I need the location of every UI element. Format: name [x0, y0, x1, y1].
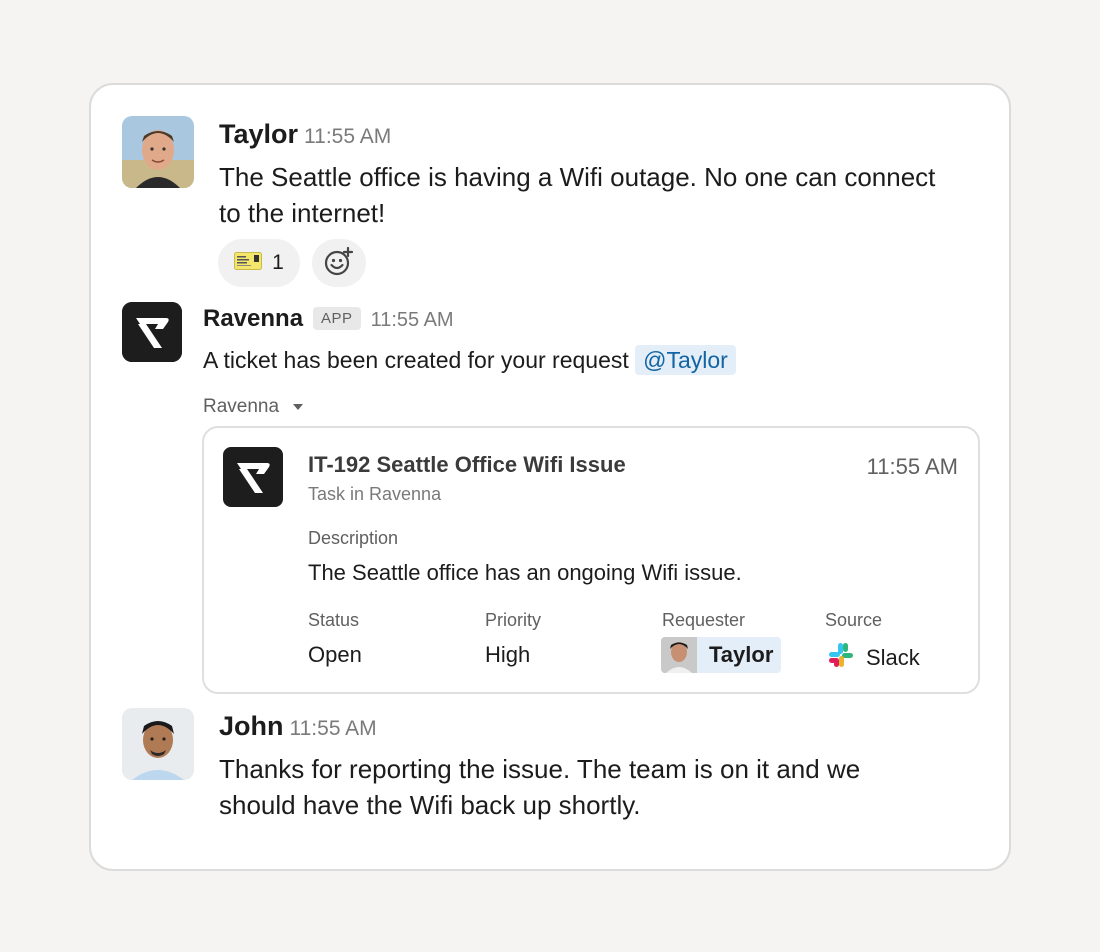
timestamp[interactable]: 11:55 AM	[304, 125, 391, 149]
timestamp[interactable]: 11:55 AM	[290, 717, 377, 741]
ticket-time: 11:55 AM	[866, 454, 958, 479]
requester-avatar	[661, 637, 697, 673]
message-text: A ticket has been created for your reque…	[203, 342, 736, 378]
reaction-pill[interactable]: 1	[218, 239, 300, 287]
ravenna-logo-icon	[122, 302, 182, 362]
author-name[interactable]: Ravenna	[203, 305, 303, 333]
attachment-label: Ravenna	[203, 396, 280, 417]
source-value: Slack	[828, 642, 920, 674]
message-text: The Seattle office is having a Wifi outa…	[219, 159, 935, 231]
message-text: Thanks for reporting the issue. The team…	[219, 751, 860, 823]
requester-label: Requester	[662, 610, 746, 630]
source-label: Source	[825, 610, 883, 630]
user-mention[interactable]: @Taylor	[635, 345, 736, 375]
taylor-avatar[interactable]	[122, 116, 194, 188]
status-value: Open	[308, 642, 362, 667]
description-text: The Seattle office has an ongoing Wifi i…	[308, 560, 742, 585]
reaction-count: 1	[272, 251, 284, 274]
priority-label: Priority	[485, 610, 542, 630]
status-label: Status	[308, 610, 360, 630]
ravenna-logo[interactable]	[122, 302, 182, 362]
requester-name: Taylor	[709, 642, 774, 667]
add-reaction-button[interactable]	[312, 239, 366, 287]
message-text-line: Thanks for reporting the issue. The team…	[219, 754, 861, 784]
ticket-attachment-card[interactable]: IT-192 Seattle Office Wifi Issue Task in…	[202, 426, 980, 694]
slack-logo-icon	[828, 642, 866, 674]
priority-value: High	[485, 642, 531, 667]
description-label: Description	[308, 528, 399, 548]
message-text-line: to the internet!	[219, 198, 386, 228]
ticket-subtitle: Task in Ravenna	[308, 484, 442, 504]
source-name: Slack	[866, 645, 920, 670]
attachment-toggle[interactable]: Ravenna	[203, 396, 304, 418]
john-avatar[interactable]	[122, 708, 194, 780]
conversation-card: Taylor 11:55 AM The Seattle office is ha…	[89, 83, 1011, 871]
message-header: Taylor 11:55 AM	[219, 119, 391, 150]
message-text-content: A ticket has been created for your reque…	[203, 347, 629, 373]
app-badge: APP	[313, 307, 361, 330]
requester-chip[interactable]: Taylor	[661, 637, 782, 673]
ravenna-logo-icon	[223, 447, 283, 507]
author-name[interactable]: Taylor	[219, 119, 298, 150]
ticket-title[interactable]: IT-192 Seattle Office Wifi Issue	[308, 452, 626, 478]
caret-down-icon	[293, 404, 304, 410]
ticket-emoji-icon	[234, 251, 263, 275]
message-text-line: The Seattle office is having a Wifi outa…	[219, 162, 936, 192]
author-name[interactable]: John	[219, 711, 284, 742]
message-header: Ravenna APP 11:55 AM	[203, 305, 454, 333]
message-header: John 11:55 AM	[219, 711, 377, 742]
timestamp[interactable]: 11:55 AM	[371, 309, 454, 332]
message-text-line: should have the Wifi back up shortly.	[219, 790, 641, 820]
add-reaction-icon	[323, 245, 355, 282]
